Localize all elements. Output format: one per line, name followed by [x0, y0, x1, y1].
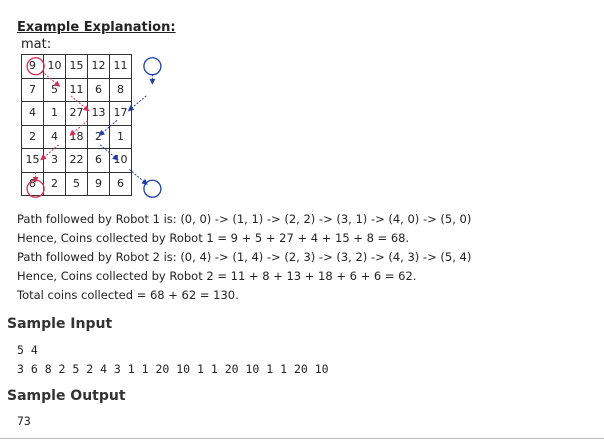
sample-output-title: Sample Output	[7, 388, 126, 404]
sample-output-block: 73	[17, 412, 31, 431]
robot-paths-overlay	[26, 57, 162, 198]
robot1-end-circle	[26, 179, 45, 198]
robot1-path-arrow	[70, 95, 90, 112]
sample-input-line: 3 6 8 2 5 2 4 3 1 1 20 10 1 1 20 10 1 1 …	[17, 362, 329, 376]
robot1-start-circle	[26, 57, 45, 76]
robot2-path-arrow	[99, 144, 119, 161]
robot1-path-arrow	[40, 144, 59, 161]
explanation-line: Path followed by Robot 2 is: (0, 4) -> (…	[17, 250, 472, 264]
explanation-text: Path followed by Robot 1 is: (0, 0) -> (…	[17, 210, 471, 305]
sample-input-title: Sample Input	[7, 316, 113, 332]
divider	[0, 438, 604, 439]
explanation-line: Total coins collected = 68 + 62 = 130.	[17, 288, 239, 302]
matrix-figure: 9 10 15 12 11 7 5 11 6 8 4 1 27 13 17 2 4 18 2 1 15 3 22 6 10 8 2 5…	[21, 54, 167, 201]
robot2-end-circle	[143, 179, 162, 198]
sample-input-line: 5 4	[17, 343, 38, 357]
sample-output-line: 73	[17, 414, 31, 428]
robot2-path-arrow	[127, 95, 147, 112]
robot2-start-circle	[143, 57, 162, 76]
explanation-line: Path followed by Robot 1 is: (0, 0) -> (…	[17, 212, 472, 226]
sample-input-block: 5 4 3 6 8 2 5 2 4 3 1 1 20 10 1 1 20 10 …	[17, 341, 329, 379]
robot2-path-arrow	[129, 169, 148, 185]
robot2-path-arrow	[98, 120, 118, 136]
explanation-line: Hence, Coins collected by Robot 1 = 9 + …	[17, 231, 410, 245]
robot1-path-arrow	[41, 71, 61, 87]
mat-label: mat:	[21, 37, 52, 52]
explanation-line: Hence, Coins collected by Robot 2 = 11 +…	[17, 269, 417, 283]
example-explanation-heading: Example Explanation:	[17, 20, 176, 35]
robot1-path-arrow	[69, 120, 89, 136]
